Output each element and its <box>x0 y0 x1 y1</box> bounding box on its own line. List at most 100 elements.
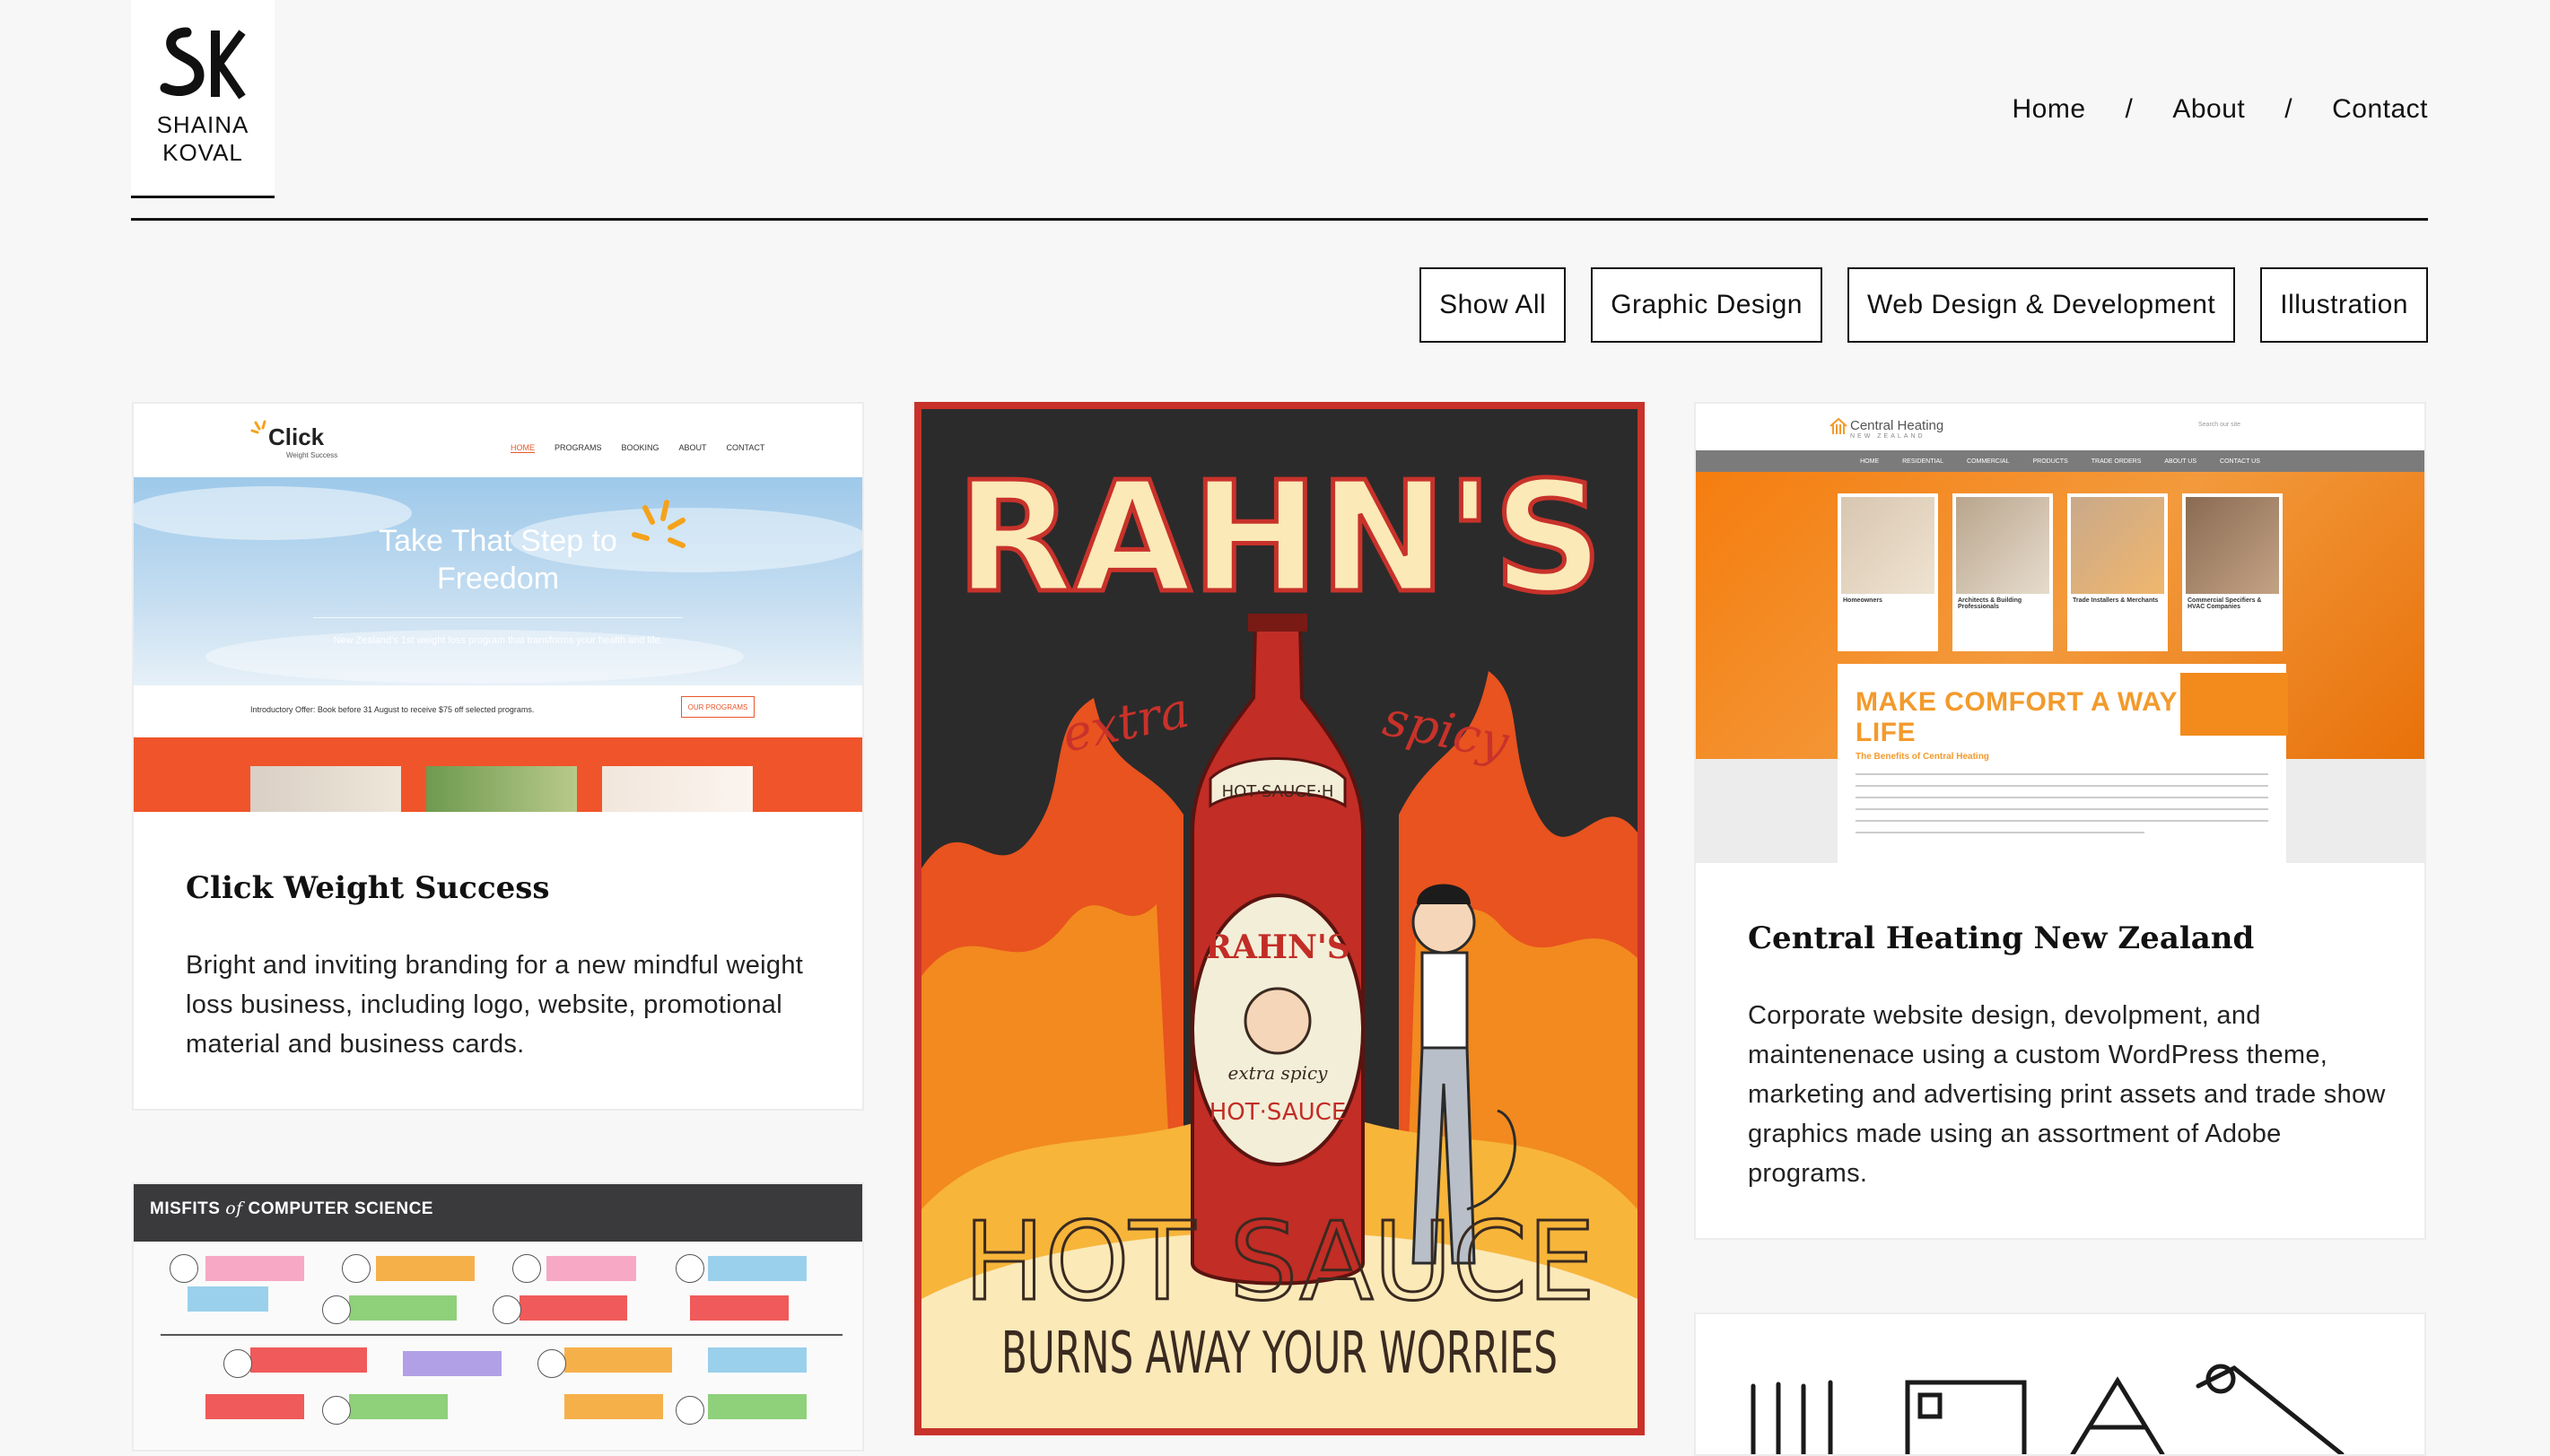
project-card-misfits[interactable]: MISFITS of COMPUTER SCIENCE <box>132 1182 864 1452</box>
bottle-sub: extra spicy <box>1228 1062 1329 1084</box>
nav-separator: / <box>2125 94 2134 124</box>
thumb-logo-sub: Weight Success <box>286 451 338 459</box>
logo-line-2: KOVAL <box>162 139 243 166</box>
header-divider <box>131 218 2428 221</box>
thumb-title-post: COMPUTER SCIENCE <box>248 1199 433 1218</box>
project-thumbnail[interactable]: Click Weight Success HOME PROGRAMS BOOKI… <box>134 404 862 812</box>
poster-product: HOT SAUCE <box>964 1200 1595 1325</box>
thumb-nav-item: ABOUT <box>678 443 707 452</box>
thumb-hero-line-1: Take That Step to <box>379 524 617 558</box>
project-description: Corporate website design, devolpment, an… <box>1748 1001 2386 1188</box>
thumb-logo-sub: NEW ZEALAND <box>1850 433 1926 440</box>
thumb-nav-item: PROGRAMS <box>555 443 602 452</box>
thumb-timeline <box>134 1242 862 1450</box>
thumb-offer-bar: Introductory Offer: Book before 31 Augus… <box>134 685 862 737</box>
project-title[interactable]: Click Weight Success <box>186 870 550 906</box>
thumb-tile-title: Commercial Specifiers & HVAC Companies <box>2188 597 2262 610</box>
portrait-icon <box>322 1295 351 1324</box>
thumb-tile-title: Architects & Building Professionals <box>1958 597 2022 610</box>
logo-text: SHAINA KOVAL <box>157 111 249 167</box>
portrait-icon <box>342 1254 371 1283</box>
project-card-central-heating[interactable]: Central Heating NEW ZEALAND Search our s… <box>1694 402 2426 1240</box>
thumb-photo <box>250 766 401 812</box>
thumb-nav-item: BOOKING <box>621 443 659 452</box>
filter-show-all-button[interactable]: Show All <box>1419 267 1567 343</box>
thumb-nav: HOME RESIDENTIAL COMMERCIAL PRODUCTS TRA… <box>1696 450 2424 472</box>
project-card-click[interactable]: Click Weight Success HOME PROGRAMS BOOKI… <box>132 402 864 1111</box>
thumb-tile: Homeowners <box>1838 493 1938 651</box>
filter-graphic-design-button[interactable]: Graphic Design <box>1591 267 1822 343</box>
thumb-hero-divider <box>313 617 683 618</box>
thumb-hero-line-2: Freedom <box>436 562 560 596</box>
filter-web-design-button[interactable]: Web Design & Development <box>1847 267 2236 343</box>
thumb-tile: Commercial Specifiers & HVAC Companies <box>2182 493 2283 651</box>
thumb-nav-item: TRADE ORDERS <box>2091 458 2142 465</box>
nav-contact[interactable]: Contact <box>2332 94 2428 125</box>
thumb-logo-text: Click <box>268 423 325 450</box>
portrait-icon <box>676 1396 704 1425</box>
timeline-axis <box>161 1334 843 1336</box>
thumb-title-pre: MISFITS <box>150 1199 221 1218</box>
thumb-subhead: The Benefits of Central Heating <box>1856 752 1989 762</box>
thumb-offer-text: Introductory Offer: Book before 31 Augus… <box>250 705 535 714</box>
sk-monogram-icon <box>160 27 246 100</box>
project-description: Bright and inviting branding for a new m… <box>186 951 804 1059</box>
thumb-promo-badge <box>2180 673 2288 736</box>
rahns-poster-illustration[interactable]: HOT·SAUCE·H RAHN'S extra spicy HOT·SAUCE… <box>914 402 1645 1435</box>
thumb-nav-item: HOME <box>1860 458 1880 465</box>
thumb-nav-item: RESIDENTIAL <box>1902 458 1944 465</box>
project-card-rahns[interactable]: HOT·SAUCE·H RAHN'S extra spicy HOT·SAUCE… <box>914 402 1645 1443</box>
thumb-logo: Click Weight Success <box>268 423 337 459</box>
thumb-tile: Trade Installers & Merchants <box>2067 493 2168 651</box>
sketch-illustration[interactable] <box>1696 1314 2424 1454</box>
thumb-hero-title: Take That Step to Freedom <box>134 522 862 597</box>
portfolio-filters: Show All Graphic Design Web Design & Dev… <box>1419 267 2428 343</box>
poster-brand-title: RAHN'S <box>956 449 1603 627</box>
project-title[interactable]: Central Heating New Zealand <box>1748 920 2254 956</box>
thumb-nav-item: CONTACT <box>726 443 765 452</box>
nav-home[interactable]: Home <box>2012 94 2085 125</box>
thumb-photo <box>602 766 753 812</box>
portrait-icon <box>223 1349 252 1378</box>
site-logo[interactable]: SHAINA KOVAL <box>131 0 275 198</box>
thumb-nav: HOME PROGRAMS BOOKING ABOUT CONTACT <box>511 443 764 453</box>
filter-illustration-button[interactable]: Illustration <box>2260 267 2428 343</box>
portrait-icon <box>170 1254 198 1283</box>
poster-slogan: BURNS AWAY YOUR WORRIES <box>1001 1321 1558 1387</box>
bottle-neck-label: HOT·SAUCE·H <box>1222 782 1334 801</box>
logo-line-1: SHAINA <box>156 111 249 138</box>
thumb-photo <box>426 766 577 812</box>
thumb-title-of: of <box>225 1199 243 1218</box>
portrait-icon <box>512 1254 541 1283</box>
portrait-icon <box>322 1396 351 1425</box>
thumb-nav-item: PRODUCTS <box>2032 458 2068 465</box>
main-nav: Home / About / Contact <box>2012 90 2428 129</box>
thumb-nav-item: HOME <box>511 443 535 453</box>
thumb-search: Search our site <box>2198 422 2241 428</box>
portrait-icon <box>537 1349 566 1378</box>
thumb-title: MISFITS of COMPUTER SCIENCE <box>150 1199 433 1219</box>
sunburst-icon <box>632 500 686 548</box>
thumb-logo: Central Heating NEW ZEALAND <box>1850 418 1943 440</box>
thumb-offer-button: OUR PROGRAMS <box>681 696 755 718</box>
thumb-body-text <box>1856 773 2268 843</box>
thumb-hero-sub: New Zealand's 1st weight loss program th… <box>333 635 663 646</box>
sunburst-icon <box>250 420 266 434</box>
thumb-nav-item: ABOUT US <box>2164 458 2197 465</box>
thumb-tile: Architects & Building Professionals <box>1952 493 2053 651</box>
thumb-header: MISFITS of COMPUTER SCIENCE <box>134 1184 862 1242</box>
nav-separator: / <box>2284 94 2293 124</box>
portrait-icon <box>676 1254 704 1283</box>
thumb-tile-title: Trade Installers & Merchants <box>2073 597 2159 604</box>
thumb-tile-title: Homeowners <box>1843 597 1882 604</box>
thumb-logo-text: Central Heating <box>1850 418 1944 433</box>
thumb-hero: Take That Step to Freedom New Zealand's … <box>134 477 862 685</box>
thumb-header: Central Heating NEW ZEALAND Search our s… <box>1696 404 2424 450</box>
project-thumbnail[interactable]: Central Heating NEW ZEALAND Search our s… <box>1696 404 2424 863</box>
thumb-nav-item: CONTACT US <box>2220 458 2260 465</box>
project-card-sketch[interactable] <box>1694 1312 2426 1456</box>
bottle-brand: RAHN'S <box>1205 929 1350 966</box>
house-icon <box>1830 417 1847 434</box>
nav-about[interactable]: About <box>2172 94 2245 125</box>
bottle-product: HOT·SAUCE <box>1210 1099 1347 1126</box>
